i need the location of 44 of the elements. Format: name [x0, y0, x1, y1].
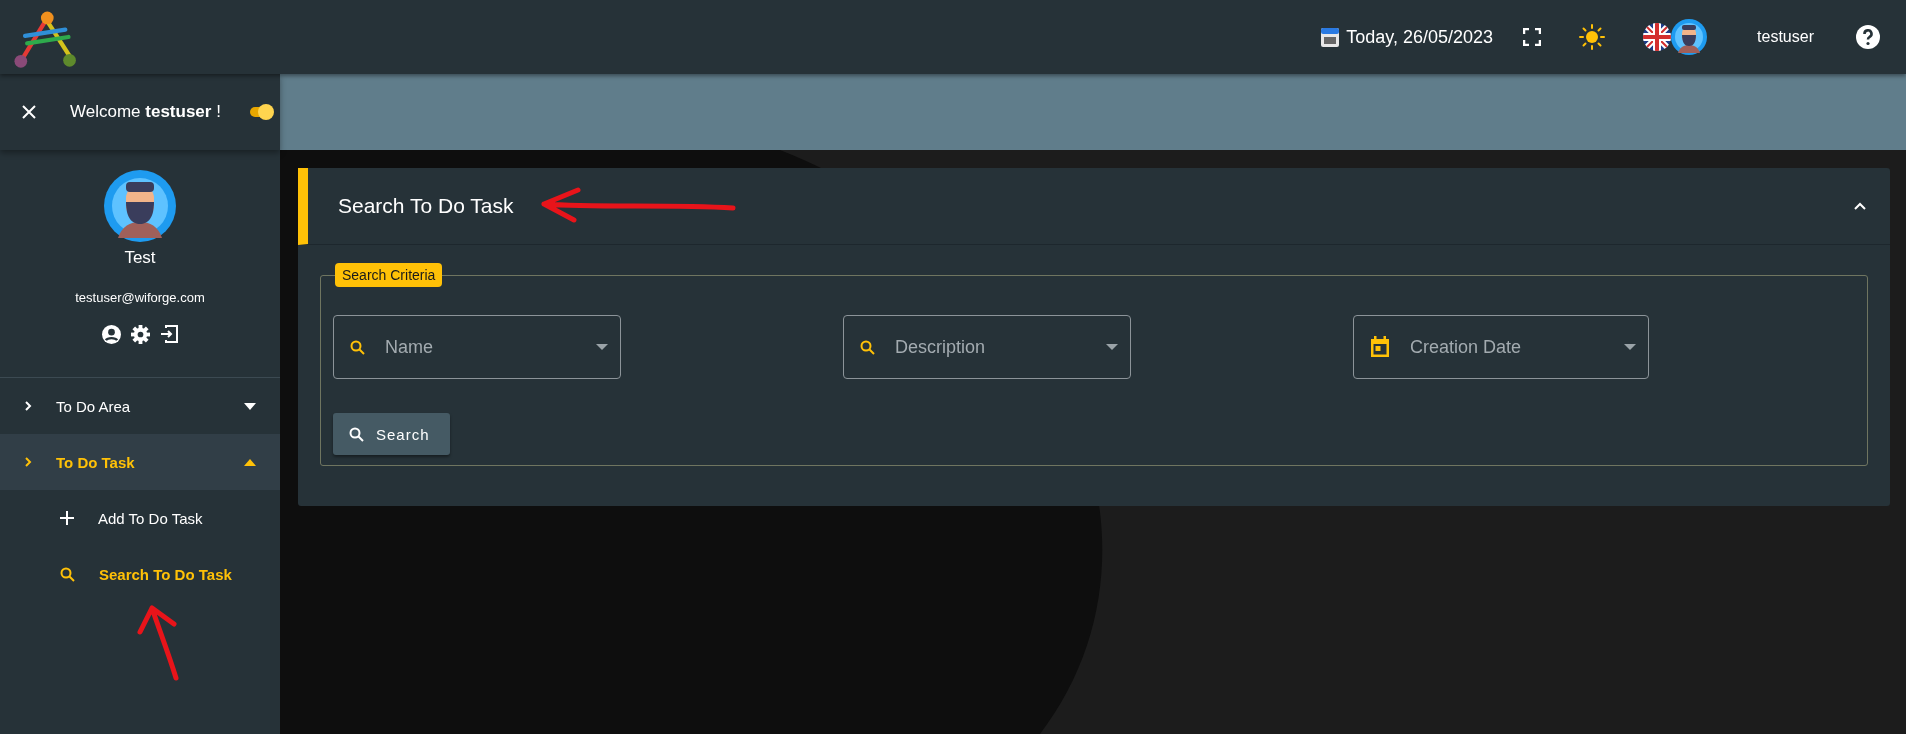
logout-icon[interactable] — [160, 325, 178, 343]
chevron-icon — [1854, 202, 1866, 210]
menu-item[interactable]: To Do Area — [0, 378, 280, 434]
caret-icon — [596, 344, 608, 350]
input-field[interactable]: Creation Date — [1408, 335, 1606, 359]
welcome-text: Welcome testuser ! — [70, 102, 222, 122]
criteria-label: Search Criteria — [335, 263, 443, 287]
panel-header[interactable]: Search To Do Task — [298, 168, 1890, 245]
chevron-icon — [24, 400, 32, 412]
sun-icon[interactable] — [1579, 24, 1606, 50]
dropdown-field[interactable]: Name — [333, 315, 621, 379]
search-icon — [350, 339, 365, 355]
input-field[interactable]: Description — [893, 335, 1088, 359]
avatar-icon — [104, 170, 176, 242]
calendar-icon — [1370, 336, 1390, 358]
submenu-item[interactable]: Search To Do Task — [0, 546, 280, 602]
submenu-item[interactable]: Add To Do Task — [0, 490, 280, 546]
toggle-switch[interactable] — [250, 107, 272, 117]
account-icon[interactable] — [102, 325, 121, 344]
settings-icon[interactable] — [131, 325, 150, 344]
dropdown-field[interactable]: Description — [843, 315, 1131, 379]
chevron-icon — [24, 456, 32, 468]
date-label: Today, 26/05/2023 — [1346, 26, 1494, 48]
profile-name: Test — [124, 248, 156, 268]
avatar-icon[interactable] — [1671, 19, 1708, 55]
help-icon[interactable] — [1856, 25, 1880, 49]
caret-icon — [244, 402, 256, 410]
flag-icon[interactable] — [1643, 23, 1672, 51]
caret-icon — [1624, 344, 1636, 350]
profile-email: testuser@wiforge.com — [75, 290, 205, 305]
menu-item[interactable]: To Do Task — [0, 434, 280, 490]
user-name[interactable]: testuser — [1757, 28, 1814, 46]
caret-icon — [244, 458, 256, 466]
search-icon — [60, 566, 75, 582]
close-icon[interactable] — [22, 105, 36, 119]
dropdown-field[interactable]: Creation Date — [1353, 315, 1649, 379]
search-icon — [860, 339, 875, 355]
plus-icon — [60, 511, 74, 525]
search-icon — [349, 426, 364, 442]
caret-icon — [1106, 344, 1118, 350]
fullscreen-icon[interactable] — [1523, 28, 1542, 46]
calendar-icon — [1320, 26, 1341, 48]
input-field[interactable]: Name — [383, 335, 578, 359]
search-button[interactable]: Search — [333, 413, 450, 455]
